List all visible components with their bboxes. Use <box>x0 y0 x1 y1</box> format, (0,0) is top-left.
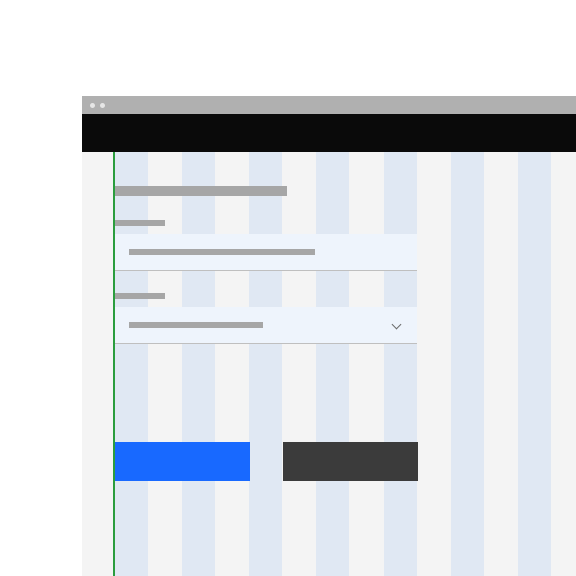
form-heading <box>115 186 287 196</box>
text-field[interactable] <box>115 234 417 271</box>
primary-button[interactable] <box>115 442 250 481</box>
select-field[interactable] <box>115 307 417 344</box>
form-content <box>115 152 576 344</box>
app-body <box>82 152 576 576</box>
button-row <box>115 442 418 481</box>
chevron-down-icon <box>391 319 403 331</box>
secondary-button[interactable] <box>283 442 418 481</box>
app-window <box>82 96 576 576</box>
field-label <box>115 220 165 226</box>
window-titlebar <box>82 96 576 114</box>
field-value <box>129 249 315 255</box>
select-value <box>129 322 263 328</box>
window-control-close[interactable] <box>90 103 95 108</box>
app-header <box>82 114 576 152</box>
window-control-minimize[interactable] <box>100 103 105 108</box>
field-label <box>115 293 165 299</box>
